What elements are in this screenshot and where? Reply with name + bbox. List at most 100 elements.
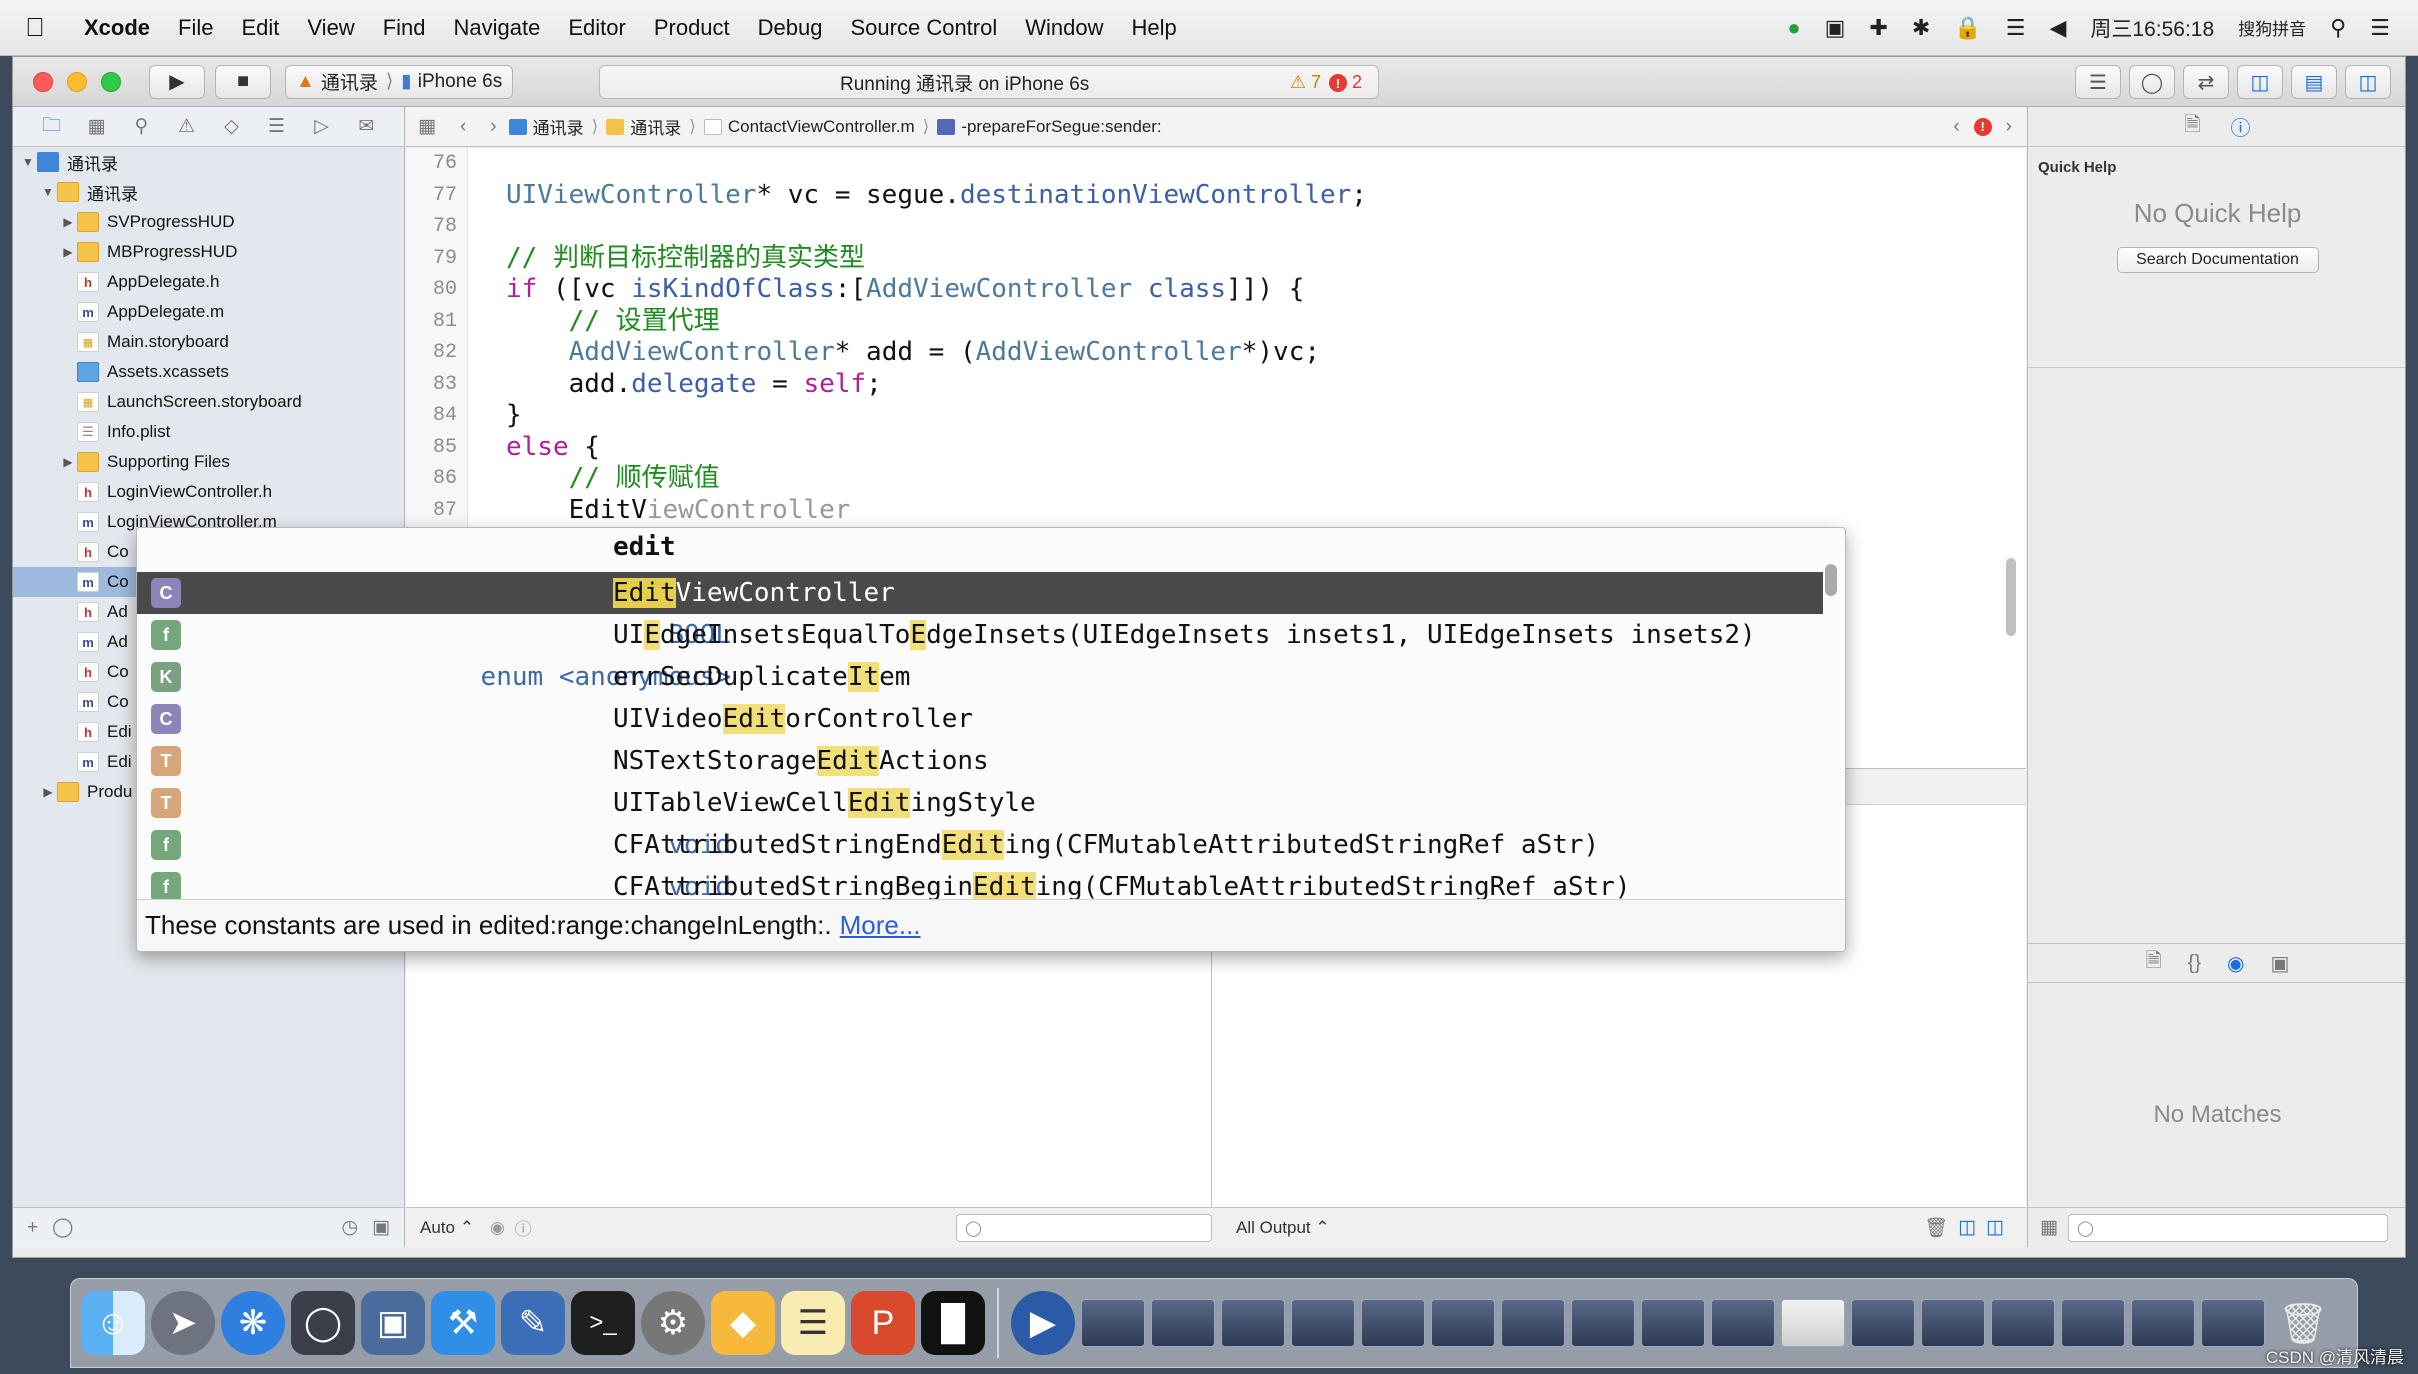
menu-product[interactable]: Product xyxy=(640,15,744,41)
completion-item[interactable]: C UIVideoEditorController xyxy=(137,698,1823,740)
line-number[interactable]: 78 xyxy=(406,211,467,243)
navigator-item[interactable]: ▦ LaunchScreen.storyboard xyxy=(13,387,404,417)
menu-source-control[interactable]: Source Control xyxy=(837,15,1012,41)
window-thumbnail[interactable] xyxy=(1781,1299,1845,1347)
assistant-editor-icon[interactable]: ◯ xyxy=(2129,65,2175,99)
line-number[interactable]: 85 xyxy=(406,432,467,464)
lock-icon[interactable]: 🔒 xyxy=(1954,15,1981,41)
code-line[interactable]: } xyxy=(506,400,2026,432)
scheme-selector[interactable]: ▲ 通讯录 ⟩ ▮ iPhone 6s xyxy=(285,64,514,99)
variables-filter-input[interactable]: ◯ xyxy=(956,1214,1212,1242)
stop-button[interactable]: ■ xyxy=(215,64,271,99)
filter-icon[interactable]: ◯ xyxy=(52,1216,73,1239)
window-thumbnail[interactable] xyxy=(2131,1299,2195,1347)
move-icon[interactable]: ✚ xyxy=(1869,15,1887,41)
related-items-icon[interactable]: ▦ xyxy=(418,115,436,138)
line-number[interactable]: 77 xyxy=(406,180,467,212)
navigator-item[interactable]: ▶ Supporting Files xyxy=(13,447,404,477)
code-line[interactable]: AddViewController* add = (AddViewControl… xyxy=(506,337,2026,369)
menu-navigate[interactable]: Navigate xyxy=(440,15,555,41)
disclosure-triangle-icon[interactable]: ▶ xyxy=(39,785,57,799)
code-line[interactable]: EditViewController xyxy=(506,495,2026,527)
next-issue-icon[interactable]: › xyxy=(2006,116,2012,138)
code-area[interactable]: UIViewController* vc = segue.destination… xyxy=(506,148,2026,526)
disclosure-triangle-icon[interactable]: ▼ xyxy=(19,155,37,169)
camera-icon[interactable]: ▣ xyxy=(1825,15,1846,41)
code-line[interactable]: // 顺传赋值 xyxy=(506,463,2026,495)
volume-icon[interactable]: ◀ xyxy=(2049,15,2066,41)
forward-icon[interactable]: › xyxy=(490,116,496,138)
completion-item[interactable]: T NSTextStorageEditActions xyxy=(137,740,1823,782)
grid-view-icon[interactable]: ▦ xyxy=(2040,1216,2058,1239)
line-number[interactable]: 86 xyxy=(406,463,467,495)
code-line[interactable]: if ([vc isKindOfClass:[AddViewController… xyxy=(506,274,2026,306)
navigator-item[interactable]: Assets.xcassets xyxy=(13,357,404,387)
apple-menu-icon[interactable]:  xyxy=(0,12,70,43)
info-icon[interactable]: ⓘ xyxy=(515,1215,532,1240)
back-icon[interactable]: ‹ xyxy=(460,116,466,138)
terminal-icon[interactable]: >_ xyxy=(571,1291,635,1355)
breakpoint-navigator-icon[interactable]: ▷ xyxy=(299,115,344,138)
media-library-icon[interactable]: ▣ xyxy=(2271,951,2290,976)
line-number[interactable]: 84 xyxy=(406,400,467,432)
minimize-button[interactable] xyxy=(67,71,87,92)
code-snippet-library-icon[interactable]: {} xyxy=(2188,952,2201,975)
console-app-icon[interactable]: █ xyxy=(921,1291,985,1355)
window-thumbnail[interactable] xyxy=(1641,1299,1705,1347)
file-template-library-icon[interactable]: 🗎 xyxy=(2146,946,2162,980)
code-line[interactable] xyxy=(506,148,2026,180)
window-thumbnail[interactable] xyxy=(1711,1299,1775,1347)
editor-scrollbar[interactable] xyxy=(2006,558,2016,636)
symbol-navigator-icon[interactable]: ▦ xyxy=(74,115,119,138)
more-link[interactable]: More... xyxy=(840,910,921,941)
window-thumbnail[interactable] xyxy=(1361,1299,1425,1347)
trash-icon[interactable]: 🗑 xyxy=(1924,1216,1948,1240)
instruments-icon[interactable]: ✎ xyxy=(501,1291,565,1355)
object-library-icon[interactable]: ◉ xyxy=(2227,951,2244,976)
search-documentation-button[interactable]: Search Documentation xyxy=(2116,247,2319,273)
line-number[interactable]: 79 xyxy=(406,243,467,275)
navigator-item[interactable]: ☰ Info.plist xyxy=(13,417,404,447)
library-filter-input[interactable]: ◯ xyxy=(2067,1213,2388,1242)
disclosure-triangle-icon[interactable]: ▼ xyxy=(39,185,57,199)
menu-view[interactable]: View xyxy=(293,15,368,41)
search-icon[interactable]: ⚲ xyxy=(119,115,164,138)
report-navigator-icon[interactable]: ✉ xyxy=(344,115,389,138)
code-line[interactable]: add.delegate = self; xyxy=(506,369,2026,401)
menu-edit[interactable]: Edit xyxy=(227,15,293,41)
breadcrumb-file[interactable]: ContactViewController.m xyxy=(703,117,915,137)
menu-debug[interactable]: Debug xyxy=(744,15,837,41)
toggle-debug-area-icon[interactable]: ▤ xyxy=(2291,65,2337,99)
issue-error-icon[interactable]: ! xyxy=(1973,117,1992,136)
line-number[interactable]: 82 xyxy=(406,337,467,369)
window-thumbnail[interactable] xyxy=(1151,1299,1215,1347)
scm-filter-icon[interactable]: ▣ xyxy=(372,1216,390,1239)
system-preferences-icon[interactable]: ⚙ xyxy=(641,1291,705,1355)
issue-navigator-icon[interactable]: ⚠ xyxy=(164,115,209,138)
window-thumbnail[interactable] xyxy=(2061,1299,2125,1347)
notification-list-icon[interactable]: ☰ xyxy=(2370,15,2390,41)
completion-item[interactable]: Kenum <anonymous> errSecDuplicateItem xyxy=(137,656,1823,698)
line-number[interactable]: 76 xyxy=(406,148,467,180)
code-line[interactable]: UIViewController* vc = segue.destination… xyxy=(506,180,2026,212)
navigator-item[interactable]: m AppDelegate.m xyxy=(13,297,404,327)
window-thumbnail[interactable] xyxy=(1991,1299,2055,1347)
debug-navigator-icon[interactable]: ☰ xyxy=(254,115,299,138)
sketch-icon[interactable]: ◆ xyxy=(711,1291,775,1355)
line-number[interactable]: 81 xyxy=(406,306,467,338)
toggle-utilities-icon[interactable]: ◫ xyxy=(2345,65,2391,99)
completion-item[interactable]: T UITableViewCellEditingStyle xyxy=(137,782,1823,824)
window-thumbnail[interactable] xyxy=(1431,1299,1495,1347)
standard-editor-icon[interactable]: ☰ xyxy=(2075,65,2121,99)
disclosure-triangle-icon[interactable]: ▶ xyxy=(59,215,77,229)
window-thumbnail[interactable] xyxy=(1501,1299,1565,1347)
line-number[interactable]: 80 xyxy=(406,274,467,306)
safari-icon[interactable]: ❋ xyxy=(221,1291,285,1355)
menu-editor[interactable]: Editor xyxy=(554,15,639,41)
disclosure-triangle-icon[interactable]: ▶ xyxy=(59,245,77,259)
error-count[interactable]: ! 2 xyxy=(1328,72,1362,93)
launchpad-icon[interactable]: ➤ xyxy=(151,1291,215,1355)
window-thumbnail[interactable] xyxy=(1571,1299,1635,1347)
menu-window[interactable]: Window xyxy=(1011,15,1117,41)
navigator-item[interactable]: ▦ Main.storyboard xyxy=(13,327,404,357)
